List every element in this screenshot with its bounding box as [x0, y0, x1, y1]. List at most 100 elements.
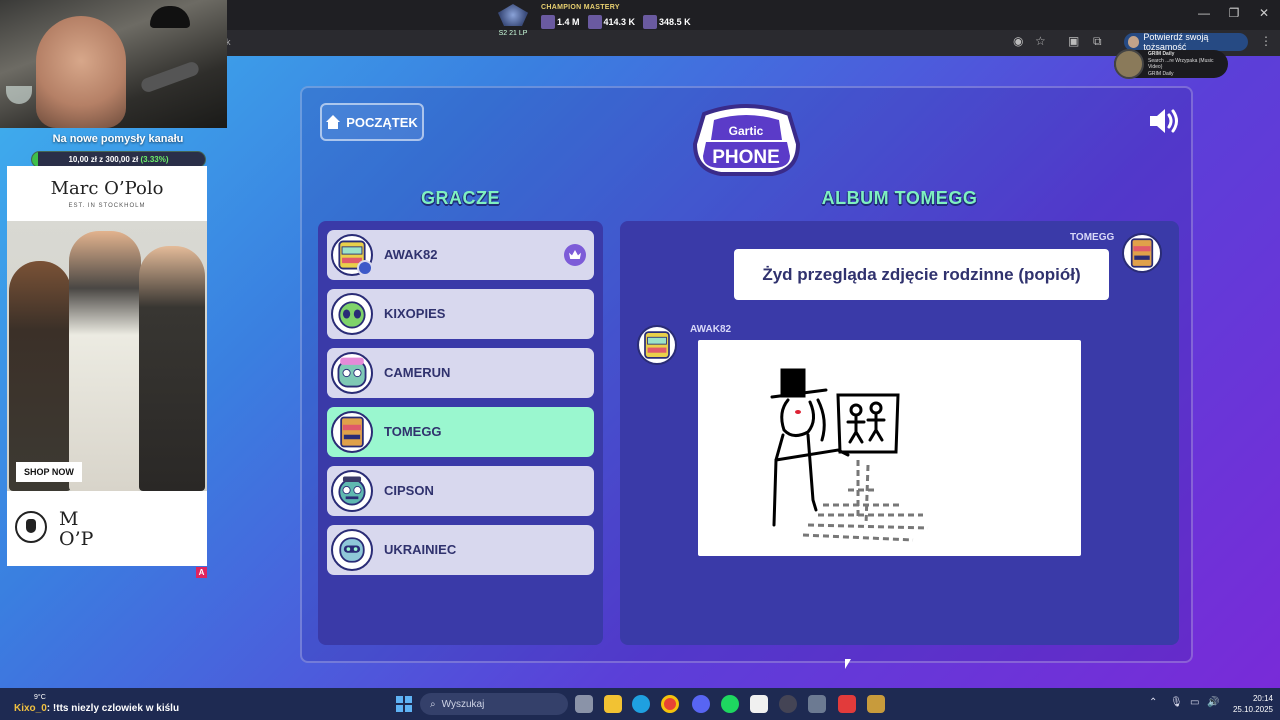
glass — [6, 86, 32, 104]
player-name: CAMERUN — [384, 365, 451, 380]
eye-off-icon[interactable]: ◉ — [1013, 34, 1023, 48]
weather-widget[interactable]: 9°C — [34, 694, 46, 701]
player-row[interactable]: KIXOPIES — [327, 289, 594, 339]
player-name: AWAK82 — [384, 247, 438, 262]
drawing-sketch — [770, 368, 929, 542]
player-row[interactable]: AWAK82 — [327, 230, 594, 280]
notion-icon[interactable] — [750, 695, 768, 713]
model-figure — [69, 231, 141, 491]
microphone — [139, 60, 201, 94]
chat-message: Kixo_0: !tts niezly czlowiek w kiślu — [14, 703, 179, 714]
player-row[interactable]: CAMERUN — [327, 348, 594, 398]
player-avatar — [331, 411, 373, 453]
media-line2: GRIM Daily — [1148, 70, 1174, 77]
search-icon: ⌕ — [430, 698, 436, 710]
rank-text: S2 21 LP — [498, 30, 528, 37]
riot-icon[interactable] — [838, 695, 856, 713]
spotify-icon[interactable] — [721, 695, 739, 713]
logo-line1: Gartic — [729, 124, 764, 138]
chat-text: : !tts niezly czlowiek w kiślu — [46, 703, 180, 714]
puzzle-icon[interactable]: ⧉ — [1093, 34, 1102, 49]
logo-line2: PHONE — [712, 147, 780, 168]
champion-icon — [587, 15, 602, 29]
streamer-face — [36, 16, 126, 128]
lamp — [150, 6, 190, 28]
mastery-value: 348.5 K — [659, 17, 691, 27]
rank-emblem-icon — [498, 4, 528, 26]
taskbar-search-placeholder: Wyszukaj — [441, 698, 485, 710]
extensions-icon[interactable]: ▣ — [1068, 34, 1079, 48]
maximize-icon[interactable]: ❐ — [1219, 6, 1249, 20]
webcam-feed — [0, 0, 227, 128]
home-button[interactable]: POCZĄTEK — [320, 103, 424, 141]
player-name: TOMEGG — [384, 424, 442, 439]
file-explorer-icon[interactable] — [604, 695, 622, 713]
microphone-icon[interactable]: 🎙 — [1170, 697, 1183, 708]
chrome-icon[interactable] — [661, 695, 679, 713]
mastery-title: CHAMPION MASTERY — [541, 4, 620, 11]
time: 20:14 — [1252, 694, 1273, 703]
player-avatar — [331, 293, 373, 335]
star-icon[interactable]: ☆ — [1035, 34, 1046, 48]
players-title: GRACZE — [421, 188, 500, 208]
close-icon[interactable]: ✕ — [1249, 6, 1279, 20]
taskbar-clock[interactable]: 20:14 25.10.2025 — [1225, 693, 1273, 715]
home-icon — [326, 115, 341, 129]
minimize-icon[interactable]: — — [1189, 6, 1219, 20]
drawing-author-avatar — [637, 325, 677, 365]
player-name: UKRAINIEC — [384, 542, 457, 557]
profile-avatar — [1128, 36, 1140, 48]
player-list: AWAK82 KIXOPIES CAMERUN TOMEGG CIPSON UK… — [318, 221, 603, 645]
donation-goal-percent: (3.33%) — [140, 155, 169, 164]
ad-brand: Marc O’Polo — [50, 178, 164, 199]
home-button-label: POCZĄTEK — [346, 114, 418, 130]
ad-photo — [7, 221, 207, 491]
mastery-value: 414.3 K — [603, 17, 636, 27]
taskbar-search[interactable]: ⌕ Wyszukaj — [420, 693, 568, 715]
donation-goal-bar: 10,00 zł z 300,00 zł (3.33%) — [31, 151, 206, 168]
champion-icon — [643, 15, 658, 29]
menu-dots-icon[interactable]: ⋮ — [1260, 34, 1272, 48]
windows-start-icon[interactable] — [396, 696, 412, 712]
edge-icon[interactable] — [632, 695, 650, 713]
media-title: GRIM Daily — [1148, 51, 1175, 57]
volume-icon[interactable]: 🔊 — [1207, 697, 1219, 708]
player-row-active[interactable]: TOMEGG — [327, 407, 594, 457]
chevron-up-icon[interactable]: ⌃ — [1149, 697, 1157, 708]
player-row[interactable]: CIPSON — [327, 466, 594, 516]
settings-icon[interactable] — [808, 695, 826, 713]
prompt-author: TOMEGG — [1070, 232, 1115, 243]
player-row[interactable]: UKRAINIEC — [327, 525, 594, 575]
speaker-icon[interactable] — [1148, 107, 1180, 135]
gartic-phone-logo: Gartic PHONE — [692, 104, 801, 176]
ad-choices-icon[interactable]: A — [196, 567, 207, 578]
crown-icon — [564, 244, 586, 266]
mouse-cursor — [845, 659, 851, 669]
discord-icon[interactable] — [692, 695, 710, 713]
donation-goal-amount: 10,00 zł z 300,00 zł — [68, 155, 139, 164]
user-badge-icon — [357, 260, 373, 276]
task-view-icon[interactable] — [575, 695, 593, 713]
steam-icon[interactable] — [779, 695, 797, 713]
media-thumbnail — [1114, 49, 1144, 79]
player-name: CIPSON — [384, 483, 434, 498]
mastery-value: 1.4 M — [557, 17, 580, 27]
player-avatar — [331, 352, 373, 394]
model-figure — [139, 246, 205, 491]
league-icon[interactable] — [867, 695, 885, 713]
player-avatar — [331, 529, 373, 571]
media-popup[interactable]: GRIM Daily Search ...re Wrzypaka (Music … — [1114, 49, 1228, 79]
ad-logo-line2: O’P — [59, 528, 94, 550]
champion-icon — [541, 15, 555, 29]
prompt-bubble: Żyd przegląda zdjęcie rodzinne (popiół) — [734, 249, 1109, 300]
shop-now-button[interactable]: SHOP NOW — [16, 462, 82, 482]
media-line1: Search ...re Wrzypaka (Music Video) — [1148, 57, 1214, 71]
ad-logo: M O’P — [59, 509, 93, 549]
player-avatar — [331, 470, 373, 512]
advertisement[interactable]: Marc O’Polo EST. IN STOCKHOLM SHOP NOW M… — [7, 166, 207, 566]
verify-identity-button[interactable]: Potwierdź swoją tożsamość — [1124, 32, 1248, 52]
donation-goal-title: Na nowe pomysły kanału — [52, 133, 184, 145]
verify-identity-label: Potwierdź swoją tożsamość — [1143, 32, 1209, 52]
network-icon[interactable]: ▭ — [1190, 697, 1199, 708]
ad-logo-line1: M — [59, 508, 79, 530]
